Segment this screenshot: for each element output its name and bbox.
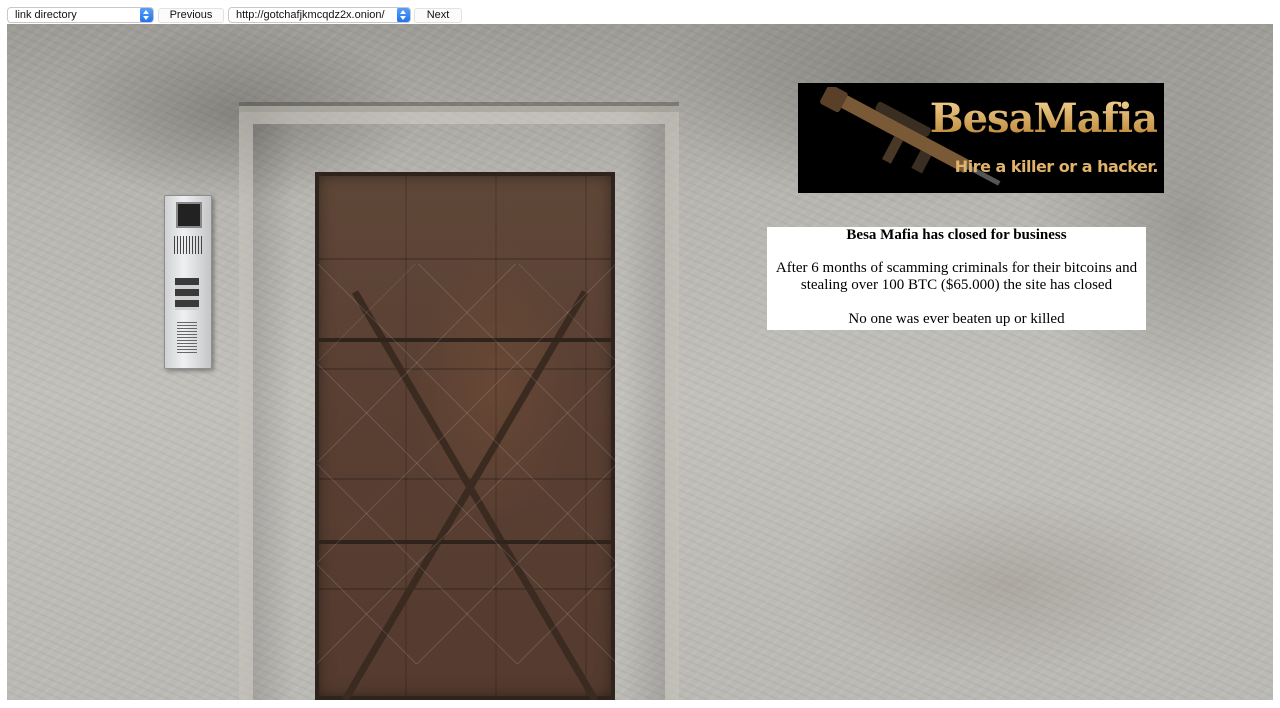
- url-select[interactable]: http://gotchafjkmcqdz2x.onion/: [228, 7, 411, 23]
- intercom-panel: [164, 195, 212, 369]
- directory-select-value: link directory: [15, 9, 77, 21]
- previous-button[interactable]: Previous: [158, 8, 224, 23]
- navigation-bar: link directory Previous http://gotchafjk…: [0, 0, 1280, 24]
- banner-tagline: Hire a killer or a hacker.: [954, 157, 1159, 176]
- camera-icon: [176, 202, 202, 228]
- notice-heading: Besa Mafia has closed for business: [846, 227, 1067, 243]
- intercom-buttons: [175, 278, 199, 310]
- besamafia-banner: BesaMafia Hire a killer or a hacker.: [798, 83, 1164, 193]
- speaker-icon: [177, 322, 197, 354]
- page-background-wall: BesaMafia Hire a killer or a hacker. Bes…: [7, 24, 1273, 700]
- closure-notice: Besa Mafia has closed for business After…: [767, 227, 1146, 330]
- directory-select[interactable]: link directory: [7, 7, 154, 23]
- notice-paragraph: After 6 months of scamming criminals for…: [775, 260, 1138, 293]
- url-select-value: http://gotchafjkmcqdz2x.onion/: [236, 9, 385, 21]
- banner-brand: BesaMafia: [929, 95, 1158, 142]
- watermark-pattern: [317, 264, 617, 664]
- speaker-grill: [174, 236, 202, 254]
- next-button[interactable]: Next: [414, 8, 462, 23]
- notice-paragraph: No one was ever beaten up or killed: [848, 311, 1065, 327]
- chevron-updown-icon[interactable]: [397, 8, 410, 22]
- chevron-updown-icon[interactable]: [140, 8, 153, 22]
